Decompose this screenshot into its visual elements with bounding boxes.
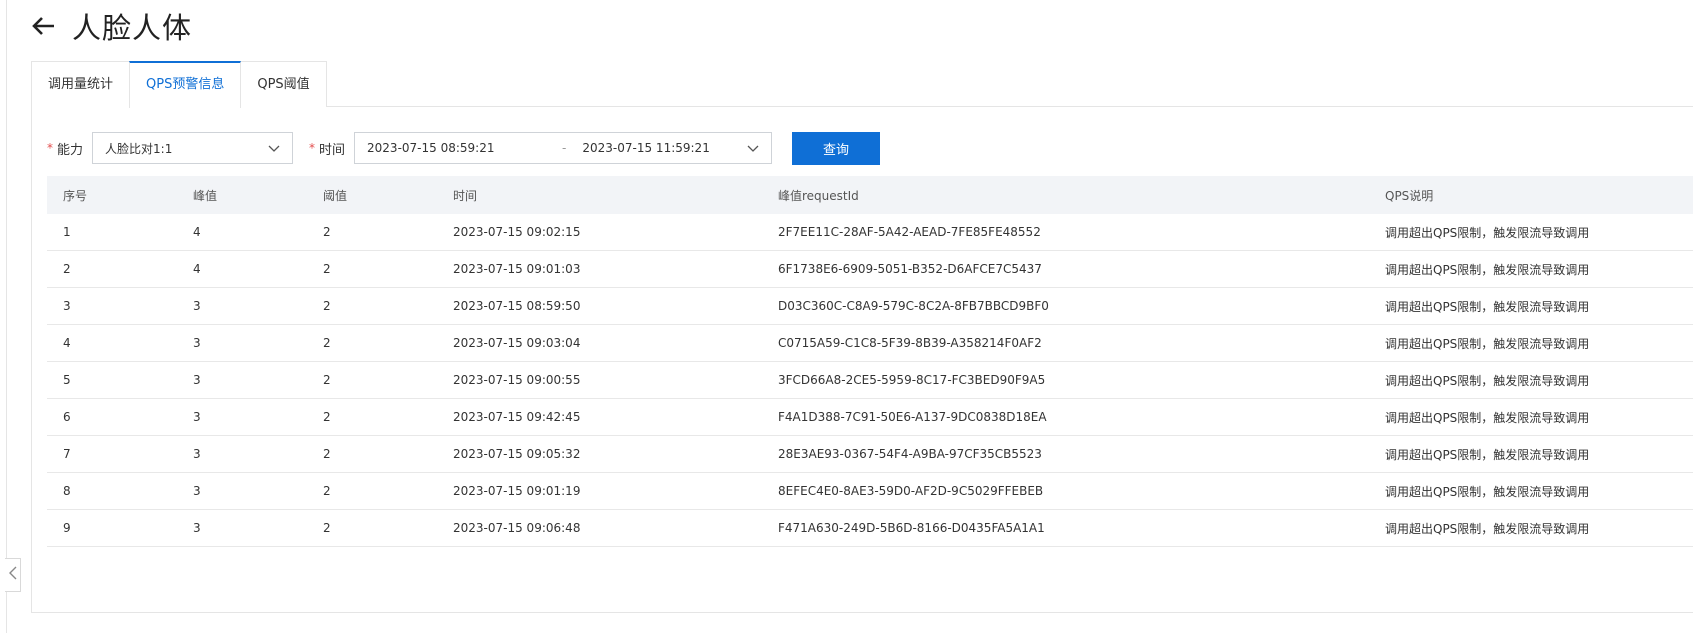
left-rail bbox=[0, 0, 7, 633]
tab-bar: 调用量统计 QPS预警信息 QPS阈值 bbox=[31, 61, 327, 108]
chevron-down-icon bbox=[268, 142, 280, 154]
table-row: 4 3 2 2023-07-15 09:03:04 C0715A59-C1C8-… bbox=[47, 324, 1693, 362]
cell-time: 2023-07-15 09:42:45 bbox=[437, 398, 762, 436]
cell-index: 3 bbox=[47, 287, 177, 325]
table-row: 1 4 2 2023-07-15 09:02:15 2F7EE11C-28AF-… bbox=[47, 214, 1693, 251]
time-label: 时间 bbox=[319, 142, 346, 158]
cell-time: 2023-07-15 09:03:04 bbox=[437, 324, 762, 362]
capability-select[interactable]: 人脸比对1:1 bbox=[92, 132, 294, 164]
time-range-picker[interactable]: 2023-07-15 08:59:21 - 2023-07-15 11:59:2… bbox=[354, 132, 773, 164]
cell-peak: 3 bbox=[177, 324, 307, 362]
cell-threshold: 2 bbox=[307, 361, 437, 399]
time-range-end[interactable]: 2023-07-15 11:59:21 bbox=[582, 141, 747, 155]
cell-threshold: 2 bbox=[307, 435, 437, 473]
cell-threshold: 2 bbox=[307, 287, 437, 325]
cell-time: 2023-07-15 09:02:15 bbox=[437, 214, 762, 251]
table-row: 7 3 2 2023-07-15 09:05:32 28E3AE93-0367-… bbox=[47, 435, 1693, 473]
cell-peak: 4 bbox=[177, 214, 307, 251]
cell-index: 2 bbox=[47, 250, 177, 288]
tab-qps-alerts[interactable]: QPS预警信息 bbox=[129, 61, 242, 108]
cell-index: 4 bbox=[47, 324, 177, 362]
column-header-time: 时间 bbox=[437, 176, 762, 214]
cell-request-id: 8EFEC4E0-8AE3-59D0-AF2D-9C5029FFEBEB bbox=[762, 472, 1369, 510]
cell-peak: 3 bbox=[177, 398, 307, 436]
cell-peak: 3 bbox=[177, 472, 307, 510]
cell-time: 2023-07-15 09:06:48 bbox=[437, 509, 762, 547]
cell-index: 9 bbox=[47, 509, 177, 547]
cell-qps-desc: 调用超出QPS限制，触发限流导致调用 bbox=[1369, 509, 1693, 547]
tab-qps-threshold[interactable]: QPS阈值 bbox=[240, 61, 327, 107]
cell-request-id: 28E3AE93-0367-54F4-A9BA-97CF35CB5523 bbox=[762, 435, 1369, 473]
sidebar-collapse-handle[interactable] bbox=[5, 558, 21, 592]
cell-threshold: 2 bbox=[307, 214, 437, 251]
cell-qps-desc: 调用超出QPS限制，触发限流导致调用 bbox=[1369, 398, 1693, 436]
page-header: 人脸人体 bbox=[30, 4, 192, 48]
cell-threshold: 2 bbox=[307, 398, 437, 436]
time-range-start[interactable]: 2023-07-15 08:59:21 bbox=[367, 141, 562, 155]
column-header-threshold: 阈值 bbox=[307, 176, 437, 214]
cell-threshold: 2 bbox=[307, 509, 437, 547]
cell-index: 7 bbox=[47, 435, 177, 473]
tab-call-statistics[interactable]: 调用量统计 bbox=[31, 61, 131, 107]
capability-select-value: 人脸比对1:1 bbox=[105, 141, 173, 156]
capability-label: 能力 bbox=[57, 142, 84, 158]
cell-peak: 3 bbox=[177, 361, 307, 399]
cell-request-id: 6F1738E6-6909-5051-B352-D6AFCE7C5437 bbox=[762, 250, 1369, 288]
cell-qps-desc: 调用超出QPS限制，触发限流导致调用 bbox=[1369, 435, 1693, 473]
cell-peak: 3 bbox=[177, 435, 307, 473]
table-row: 6 3 2 2023-07-15 09:42:45 F4A1D388-7C91-… bbox=[47, 398, 1693, 436]
arrow-left-icon[interactable] bbox=[30, 12, 58, 40]
cell-qps-desc: 调用超出QPS限制，触发限流导致调用 bbox=[1369, 287, 1693, 325]
cell-request-id: C0715A59-C1C8-5F39-8B39-A358214F0AF2 bbox=[762, 324, 1369, 362]
page: 人脸人体 调用量统计 QPS预警信息 QPS阈值 * 能力 人脸比对1:1 * … bbox=[0, 0, 1693, 633]
cell-request-id: 2F7EE11C-28AF-5A42-AEAD-7FE85FE48552 bbox=[762, 214, 1369, 251]
cell-threshold: 2 bbox=[307, 324, 437, 362]
table-row: 8 3 2 2023-07-15 09:01:19 8EFEC4E0-8AE3-… bbox=[47, 472, 1693, 510]
required-mark: * bbox=[309, 141, 316, 155]
cell-peak: 4 bbox=[177, 250, 307, 288]
table-row: 9 3 2 2023-07-15 09:06:48 F471A630-249D-… bbox=[47, 509, 1693, 547]
cell-qps-desc: 调用超出QPS限制，触发限流导致调用 bbox=[1369, 324, 1693, 362]
cell-index: 5 bbox=[47, 361, 177, 399]
time-range-separator: - bbox=[562, 141, 567, 155]
page-title: 人脸人体 bbox=[72, 11, 193, 45]
cell-qps-desc: 调用超出QPS限制，触发限流导致调用 bbox=[1369, 250, 1693, 288]
table-row: 2 4 2 2023-07-15 09:01:03 6F1738E6-6909-… bbox=[47, 250, 1693, 288]
column-header-request-id: 峰值requestId bbox=[762, 176, 1369, 214]
column-header-index: 序号 bbox=[47, 176, 177, 214]
cell-threshold: 2 bbox=[307, 250, 437, 288]
cell-index: 1 bbox=[47, 214, 177, 251]
column-header-peak: 峰值 bbox=[177, 176, 307, 214]
chevron-down-icon bbox=[747, 142, 759, 154]
cell-index: 8 bbox=[47, 472, 177, 510]
filter-row: * 能力 人脸比对1:1 * 时间 2023-07-15 08:59:21 - … bbox=[47, 131, 881, 165]
cell-index: 6 bbox=[47, 398, 177, 436]
cell-qps-desc: 调用超出QPS限制，触发限流导致调用 bbox=[1369, 361, 1693, 399]
cell-threshold: 2 bbox=[307, 472, 437, 510]
cell-time: 2023-07-15 08:59:50 bbox=[437, 287, 762, 325]
cell-qps-desc: 调用超出QPS限制，触发限流导致调用 bbox=[1369, 472, 1693, 510]
cell-request-id: F4A1D388-7C91-50E6-A137-9DC0838D18EA bbox=[762, 398, 1369, 436]
cell-request-id: D03C360C-C8A9-579C-8C2A-8FB7BBCD9BF0 bbox=[762, 287, 1369, 325]
cell-qps-desc: 调用超出QPS限制，触发限流导致调用 bbox=[1369, 214, 1693, 251]
cell-peak: 3 bbox=[177, 287, 307, 325]
cell-time: 2023-07-15 09:01:19 bbox=[437, 472, 762, 510]
column-header-qps-desc: QPS说明 bbox=[1369, 176, 1693, 214]
cell-request-id: 3FCD66A8-2CE5-5959-8C17-FC3BED90F9A5 bbox=[762, 361, 1369, 399]
cell-time: 2023-07-15 09:00:55 bbox=[437, 361, 762, 399]
qps-alert-table: 序号 峰值 阈值 时间 峰值requestId QPS说明 1 4 2 2023… bbox=[47, 176, 1693, 547]
cell-time: 2023-07-15 09:05:32 bbox=[437, 435, 762, 473]
required-mark: * bbox=[47, 141, 53, 155]
table-row: 3 3 2 2023-07-15 08:59:50 D03C360C-C8A9-… bbox=[47, 287, 1693, 325]
chevron-left-icon bbox=[8, 566, 17, 584]
cell-time: 2023-07-15 09:01:03 bbox=[437, 250, 762, 288]
table-row: 5 3 2 2023-07-15 09:00:55 3FCD66A8-2CE5-… bbox=[47, 361, 1693, 399]
cell-peak: 3 bbox=[177, 509, 307, 547]
table-header-row: 序号 峰值 阈值 时间 峰值requestId QPS说明 bbox=[47, 176, 1693, 214]
cell-request-id: F471A630-249D-5B6D-8166-D0435FA5A1A1 bbox=[762, 509, 1369, 547]
query-button[interactable]: 查询 bbox=[792, 131, 881, 165]
